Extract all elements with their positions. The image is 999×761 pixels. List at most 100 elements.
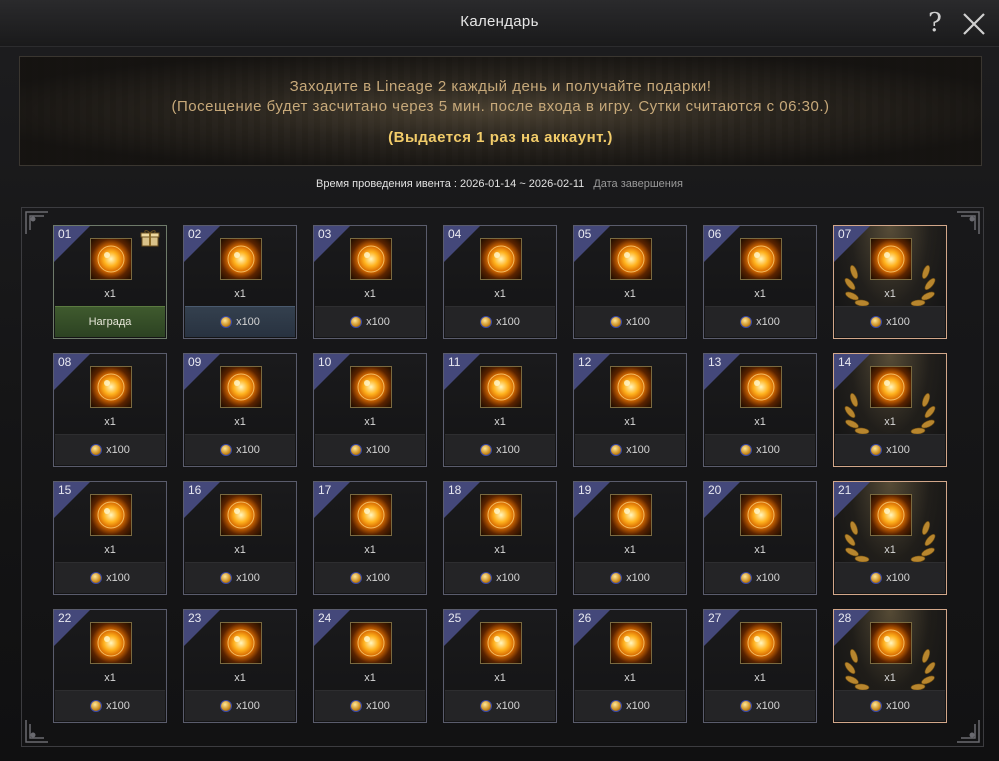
coin-icon [350,316,363,328]
day-cell[interactable]: 19 x1 x100 [573,481,687,595]
bonus-amount: x100 [626,316,650,328]
day-cell[interactable]: 07 x1 x100 [833,225,947,339]
day-cell[interactable]: 21 x1 x100 [833,481,947,595]
day-cell[interactable]: 27 x1 x100 [703,609,817,723]
reward-quantity: x1 [364,672,376,684]
day-cell[interactable]: 10 x1 x100 [313,353,427,467]
day-number: 18 [448,483,462,497]
reward-item-icon [740,238,782,280]
close-icon [963,13,985,35]
bonus-reward: x100 [445,306,555,337]
day-number: 08 [58,355,72,369]
day-cell[interactable]: 23 x1 x100 [183,609,297,723]
day-cell[interactable]: 12 x1 x100 [573,353,687,467]
day-cell[interactable]: 06 x1 x100 [703,225,817,339]
banner-headline: Заходите в Lineage 2 каждый день и получ… [289,78,712,95]
bonus-amount: x100 [756,572,780,584]
day-cell[interactable]: 01 x1 Награда [53,225,167,339]
bonus-reward: x100 [185,306,295,337]
event-period-dates: Время проведения ивента : 2026-01-14 ~ 2… [316,178,585,190]
day-cell[interactable]: 18 x1 x100 [443,481,557,595]
reward-quantity: x1 [364,544,376,556]
bonus-reward: x100 [55,562,165,593]
day-cell[interactable]: 04 x1 x100 [443,225,557,339]
day-number: 27 [708,611,722,625]
reward-item-icon [220,366,262,408]
day-cell[interactable]: 15 x1 x100 [53,481,167,595]
corner-ornament-icon [955,718,981,744]
bonus-reward: x100 [705,690,815,721]
reward-item-icon [870,366,912,408]
day-cell[interactable]: 20 x1 x100 [703,481,817,595]
day-cell[interactable]: 13 x1 x100 [703,353,817,467]
bonus-amount: x100 [366,700,390,712]
coin-icon [610,572,623,584]
day-number: 10 [318,355,332,369]
day-number: 07 [838,227,852,241]
coin-icon [610,444,623,456]
day-cell[interactable]: 03 x1 x100 [313,225,427,339]
bonus-reward: x100 [315,434,425,465]
bonus-reward: x100 [445,562,555,593]
bonus-reward: x100 [445,434,555,465]
help-button[interactable]: ? [922,8,948,38]
corner-ornament-icon [24,210,50,236]
bonus-reward: x100 [185,434,295,465]
coin-icon [610,700,623,712]
reward-quantity: x1 [104,544,116,556]
bonus-amount: x100 [366,316,390,328]
day-number: 09 [188,355,202,369]
coin-icon [480,444,493,456]
day-cell[interactable]: 02 x1 x100 [183,225,297,339]
day-cell[interactable]: 26 x1 x100 [573,609,687,723]
day-cell[interactable]: 28 x1 x100 [833,609,947,723]
reward-item-icon [90,238,132,280]
claim-reward-button[interactable]: Награда [55,306,165,337]
coin-icon [480,700,493,712]
bonus-reward: x100 [55,690,165,721]
day-number: 20 [708,483,722,497]
reward-quantity: x1 [754,544,766,556]
day-cell[interactable]: 22 x1 x100 [53,609,167,723]
reward-item-icon [220,494,262,536]
coin-icon [350,444,363,456]
bonus-reward: x100 [575,562,685,593]
day-cell[interactable]: 14 x1 x100 [833,353,947,467]
reward-quantity: x1 [494,672,506,684]
day-cell[interactable]: 25 x1 x100 [443,609,557,723]
reward-quantity: x1 [624,288,636,300]
reward-quantity: x1 [494,288,506,300]
bonus-reward: x100 [55,434,165,465]
day-cell[interactable]: 11 x1 x100 [443,353,557,467]
day-cell[interactable]: 09 x1 x100 [183,353,297,467]
bonus-reward: x100 [835,306,945,337]
coin-icon [220,700,233,712]
bonus-reward: x100 [705,434,815,465]
reward-quantity: x1 [754,416,766,428]
day-cell[interactable]: 05 x1 x100 [573,225,687,339]
reward-quantity: x1 [754,288,766,300]
title-bar[interactable]: Календарь ? [0,0,999,47]
day-cell[interactable]: 17 x1 x100 [313,481,427,595]
reward-item-icon [740,622,782,664]
reward-item-icon [870,622,912,664]
day-cell[interactable]: 08 x1 x100 [53,353,167,467]
coin-icon [740,316,753,328]
reward-quantity: x1 [104,672,116,684]
day-cell[interactable]: 16 x1 x100 [183,481,297,595]
day-number: 14 [838,355,852,369]
close-button[interactable] [959,9,989,39]
reward-item-icon [610,494,652,536]
reward-quantity: x1 [624,544,636,556]
day-cell[interactable]: 24 x1 x100 [313,609,427,723]
bonus-amount: x100 [626,572,650,584]
bonus-amount: x100 [106,444,130,456]
bonus-amount: x100 [106,572,130,584]
gift-icon[interactable] [140,229,160,247]
bonus-reward: x100 [185,690,295,721]
reward-quantity: x1 [624,672,636,684]
reward-item-icon [480,366,522,408]
coin-icon [480,316,493,328]
day-number: 19 [578,483,592,497]
bonus-amount: x100 [886,572,910,584]
